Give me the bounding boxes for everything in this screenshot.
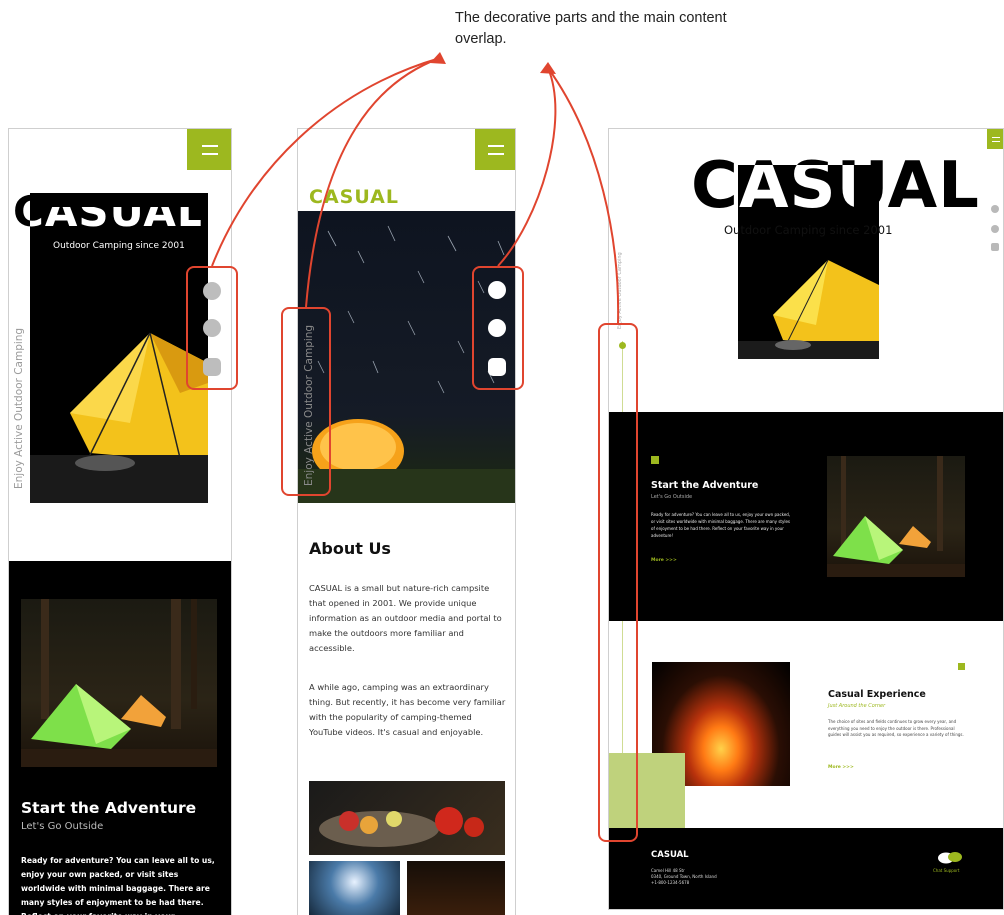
site-tagline: Outdoor Camping since 2001 xyxy=(724,223,893,237)
adventure-image xyxy=(21,599,217,767)
gallery-image-2 xyxy=(407,861,505,915)
accent-square xyxy=(651,456,659,464)
annotation-line-2: overlap. xyxy=(455,31,507,47)
vertical-tagline: Enjoy Active Outdoor Camping xyxy=(617,252,623,329)
footer-address-2: 0340, Ground Town, North Island xyxy=(651,874,717,879)
experience-subtitle: Just Around the Corner xyxy=(828,703,886,709)
experience-more-link[interactable]: More >>> xyxy=(828,765,854,770)
middle-mobile-frame: CASUAL Enjoy Active Outdoor Camping Abou… xyxy=(297,128,516,915)
footer: CASUAL Camel Hill 48 Str 0340, Ground To… xyxy=(609,828,1003,909)
adventure-title: Start the Adventure xyxy=(651,480,759,491)
callout-box-middle-social xyxy=(472,266,524,390)
instagram-icon[interactable] xyxy=(991,243,999,251)
gallery-image-1 xyxy=(309,861,400,915)
left-mobile-frame: CASUAL CASUAL Outdoor Camping since 2001… xyxy=(8,128,232,915)
callout-box-desktop-indicator xyxy=(598,323,638,842)
site-tagline: Outdoor Camping since 2001 xyxy=(53,241,185,251)
callout-box-left-social xyxy=(186,266,238,390)
adventure-image xyxy=(827,456,965,577)
adventure-more-link[interactable]: More >>> xyxy=(651,558,677,563)
hero-image xyxy=(30,193,208,503)
desktop-frame: CASUAL CASUAL Outdoor Camping since 2001… xyxy=(608,128,1004,910)
twitter-icon[interactable] xyxy=(991,205,999,213)
about-paragraph-2: A while ago, camping was an extraordinar… xyxy=(309,682,506,737)
footer-address-1: Camel Hill 48 Str xyxy=(651,868,685,873)
vertical-tagline: Enjoy Active Outdoor Camping xyxy=(13,327,25,489)
adventure-body: Ready for adventure? You can leave all t… xyxy=(21,856,215,915)
menu-button[interactable] xyxy=(987,129,1003,149)
menu-button[interactable] xyxy=(187,129,231,170)
callout-box-middle-vertical xyxy=(281,307,331,496)
annotation-text: The decorative parts and the main conten… xyxy=(455,8,875,50)
about-title: About Us xyxy=(309,539,391,558)
adventure-title: Start the Adventure xyxy=(21,799,197,817)
site-logo[interactable]: CASUAL xyxy=(309,186,399,208)
menu-button[interactable] xyxy=(475,129,515,170)
experience-title: Casual Experience xyxy=(828,689,926,700)
footer-logo[interactable]: CASUAL xyxy=(651,850,689,860)
about-paragraph-1: CASUAL is a small but nature-rich campsi… xyxy=(309,583,502,653)
adventure-section: Start the Adventure Let's Go Outside Rea… xyxy=(9,561,231,915)
adventure-subtitle: Let's Go Outside xyxy=(21,821,104,832)
annotation-line-1: The decorative parts and the main conten… xyxy=(455,10,727,26)
chat-support-label[interactable]: Chat Support xyxy=(933,868,959,873)
chat-icon[interactable] xyxy=(937,850,963,864)
experience-body: The choice of sites and fields continues… xyxy=(828,719,964,737)
footer-phone: +1-800-1234-5678 xyxy=(651,880,690,885)
adventure-section: Start the Adventure Let's Go Outside Rea… xyxy=(609,412,1003,621)
tent-illustration xyxy=(30,332,208,503)
adventure-body: Ready for adventure? You can leave all t… xyxy=(651,512,791,538)
adventure-subtitle: Let's Go Outside xyxy=(651,494,693,500)
accent-square xyxy=(958,663,965,670)
food-image xyxy=(309,781,505,855)
facebook-icon[interactable] xyxy=(991,225,999,233)
